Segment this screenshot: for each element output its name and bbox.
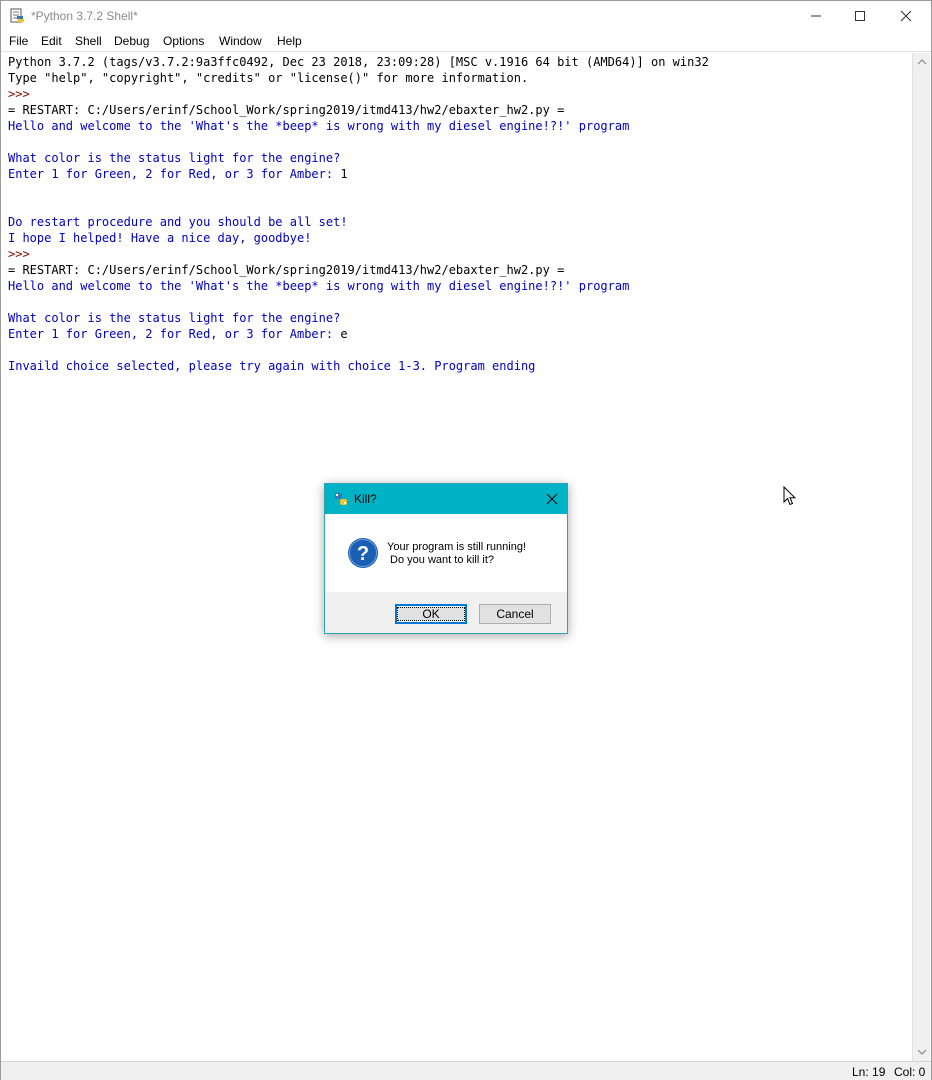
shell-line: = RESTART: C:/Users/erinf/School_Work/sp… xyxy=(8,262,564,278)
maximize-button[interactable] xyxy=(837,1,883,31)
title-bar[interactable]: *Python 3.7.2 Shell* xyxy=(1,1,931,32)
kill-dialog: Kill? ? Your program is still running! D… xyxy=(324,483,568,634)
dialog-message-line-1: Your program is still running! xyxy=(387,541,526,553)
menu-options[interactable]: Options xyxy=(163,34,204,48)
shell-line: Do restart procedure and you should be a… xyxy=(8,214,348,230)
user-input-text: 1 xyxy=(340,167,348,181)
shell-line-text: Hello and welcome to the 'What's the *be… xyxy=(8,279,630,293)
close-icon xyxy=(546,493,558,505)
dialog-body: ? Your program is still running! Do you … xyxy=(325,514,567,592)
python-feather-icon xyxy=(333,491,349,507)
shell-line-text: Enter 1 for Green, 2 for Red, or 3 for A… xyxy=(8,327,341,341)
menu-file[interactable]: File xyxy=(9,34,28,48)
svg-text:?: ? xyxy=(357,543,369,565)
shell-line-text: Python 3.7.2 (tags/v3.7.2:9a3ffc0492, De… xyxy=(8,55,709,69)
python-idle-icon xyxy=(9,8,25,24)
minimize-icon xyxy=(811,15,821,17)
shell-line: >>> xyxy=(8,86,37,102)
ok-button-label: OK xyxy=(397,607,465,621)
shell-line-text: Hello and welcome to the 'What's the *be… xyxy=(8,119,630,133)
dialog-title: Kill? xyxy=(354,492,377,506)
scroll-down-icon xyxy=(917,1049,927,1055)
shell-line: Type "help", "copyright", "credits" or "… xyxy=(8,70,528,86)
shell-line-text: Invaild choice selected, please try agai… xyxy=(8,359,536,373)
dialog-button-area: OK Cancel xyxy=(325,592,567,633)
shell-line-text: >>> xyxy=(8,247,37,261)
shell-line: I hope I helped! Have a nice day, goodby… xyxy=(8,230,311,246)
shell-line-text: = RESTART: C:/Users/erinf/School_Work/sp… xyxy=(8,263,565,277)
dialog-close-button[interactable] xyxy=(537,484,567,514)
menu-edit[interactable]: Edit xyxy=(41,34,62,48)
user-input-text: e xyxy=(340,327,348,341)
menu-shell[interactable]: Shell xyxy=(75,34,102,48)
shell-line-text: >>> xyxy=(8,87,37,101)
menu-bar: File Edit Shell Debug Options Window Hel… xyxy=(1,32,931,52)
shell-line-text: Enter 1 for Green, 2 for Red, or 3 for A… xyxy=(8,167,341,181)
close-button[interactable] xyxy=(883,1,929,31)
menu-window[interactable]: Window xyxy=(219,34,262,48)
status-column-number: Col: 0 xyxy=(894,1065,926,1079)
shell-line: Enter 1 for Green, 2 for Red, or 3 for A… xyxy=(8,166,348,182)
dialog-message-line-2: Do you want to kill it? xyxy=(387,554,494,566)
shell-line: Python 3.7.2 (tags/v3.7.2:9a3ffc0492, De… xyxy=(8,54,709,70)
status-bar: Ln: 19 Col: 0 xyxy=(1,1061,931,1080)
shell-line: What color is the status light for the e… xyxy=(8,310,340,326)
menu-help[interactable]: Help xyxy=(277,34,302,48)
shell-line: = RESTART: C:/Users/erinf/School_Work/sp… xyxy=(8,102,564,118)
maximize-icon xyxy=(855,11,865,21)
dialog-title-bar[interactable]: Kill? xyxy=(325,484,567,514)
shell-line: Invaild choice selected, please try agai… xyxy=(8,358,535,374)
cancel-button[interactable]: Cancel xyxy=(479,604,551,624)
shell-line-text: I hope I helped! Have a nice day, goodby… xyxy=(8,231,312,245)
shell-line: What color is the status light for the e… xyxy=(8,150,340,166)
vertical-scrollbar[interactable] xyxy=(912,53,930,1061)
shell-line-text: What color is the status light for the e… xyxy=(8,151,341,165)
shell-line-text: What color is the status light for the e… xyxy=(8,311,341,325)
status-line-number: Ln: 19 xyxy=(852,1065,886,1079)
window-title: *Python 3.7.2 Shell* xyxy=(31,9,138,23)
question-icon: ? xyxy=(347,537,379,569)
shell-line: Enter 1 for Green, 2 for Red, or 3 for A… xyxy=(8,326,348,342)
scroll-up-icon xyxy=(917,59,927,65)
shell-line-text: Type "help", "copyright", "credits" or "… xyxy=(8,71,529,85)
shell-line: >>> xyxy=(8,246,37,262)
minimize-button[interactable] xyxy=(793,1,839,31)
shell-line-text: = RESTART: C:/Users/erinf/School_Work/sp… xyxy=(8,103,565,117)
shell-line-text: Do restart procedure and you should be a… xyxy=(8,215,348,229)
shell-line: Hello and welcome to the 'What's the *be… xyxy=(8,118,629,134)
close-icon xyxy=(900,10,912,22)
menu-debug[interactable]: Debug xyxy=(114,34,149,48)
shell-line: Hello and welcome to the 'What's the *be… xyxy=(8,278,629,294)
ok-button[interactable]: OK xyxy=(395,604,467,624)
mouse-pointer-icon xyxy=(783,486,796,506)
